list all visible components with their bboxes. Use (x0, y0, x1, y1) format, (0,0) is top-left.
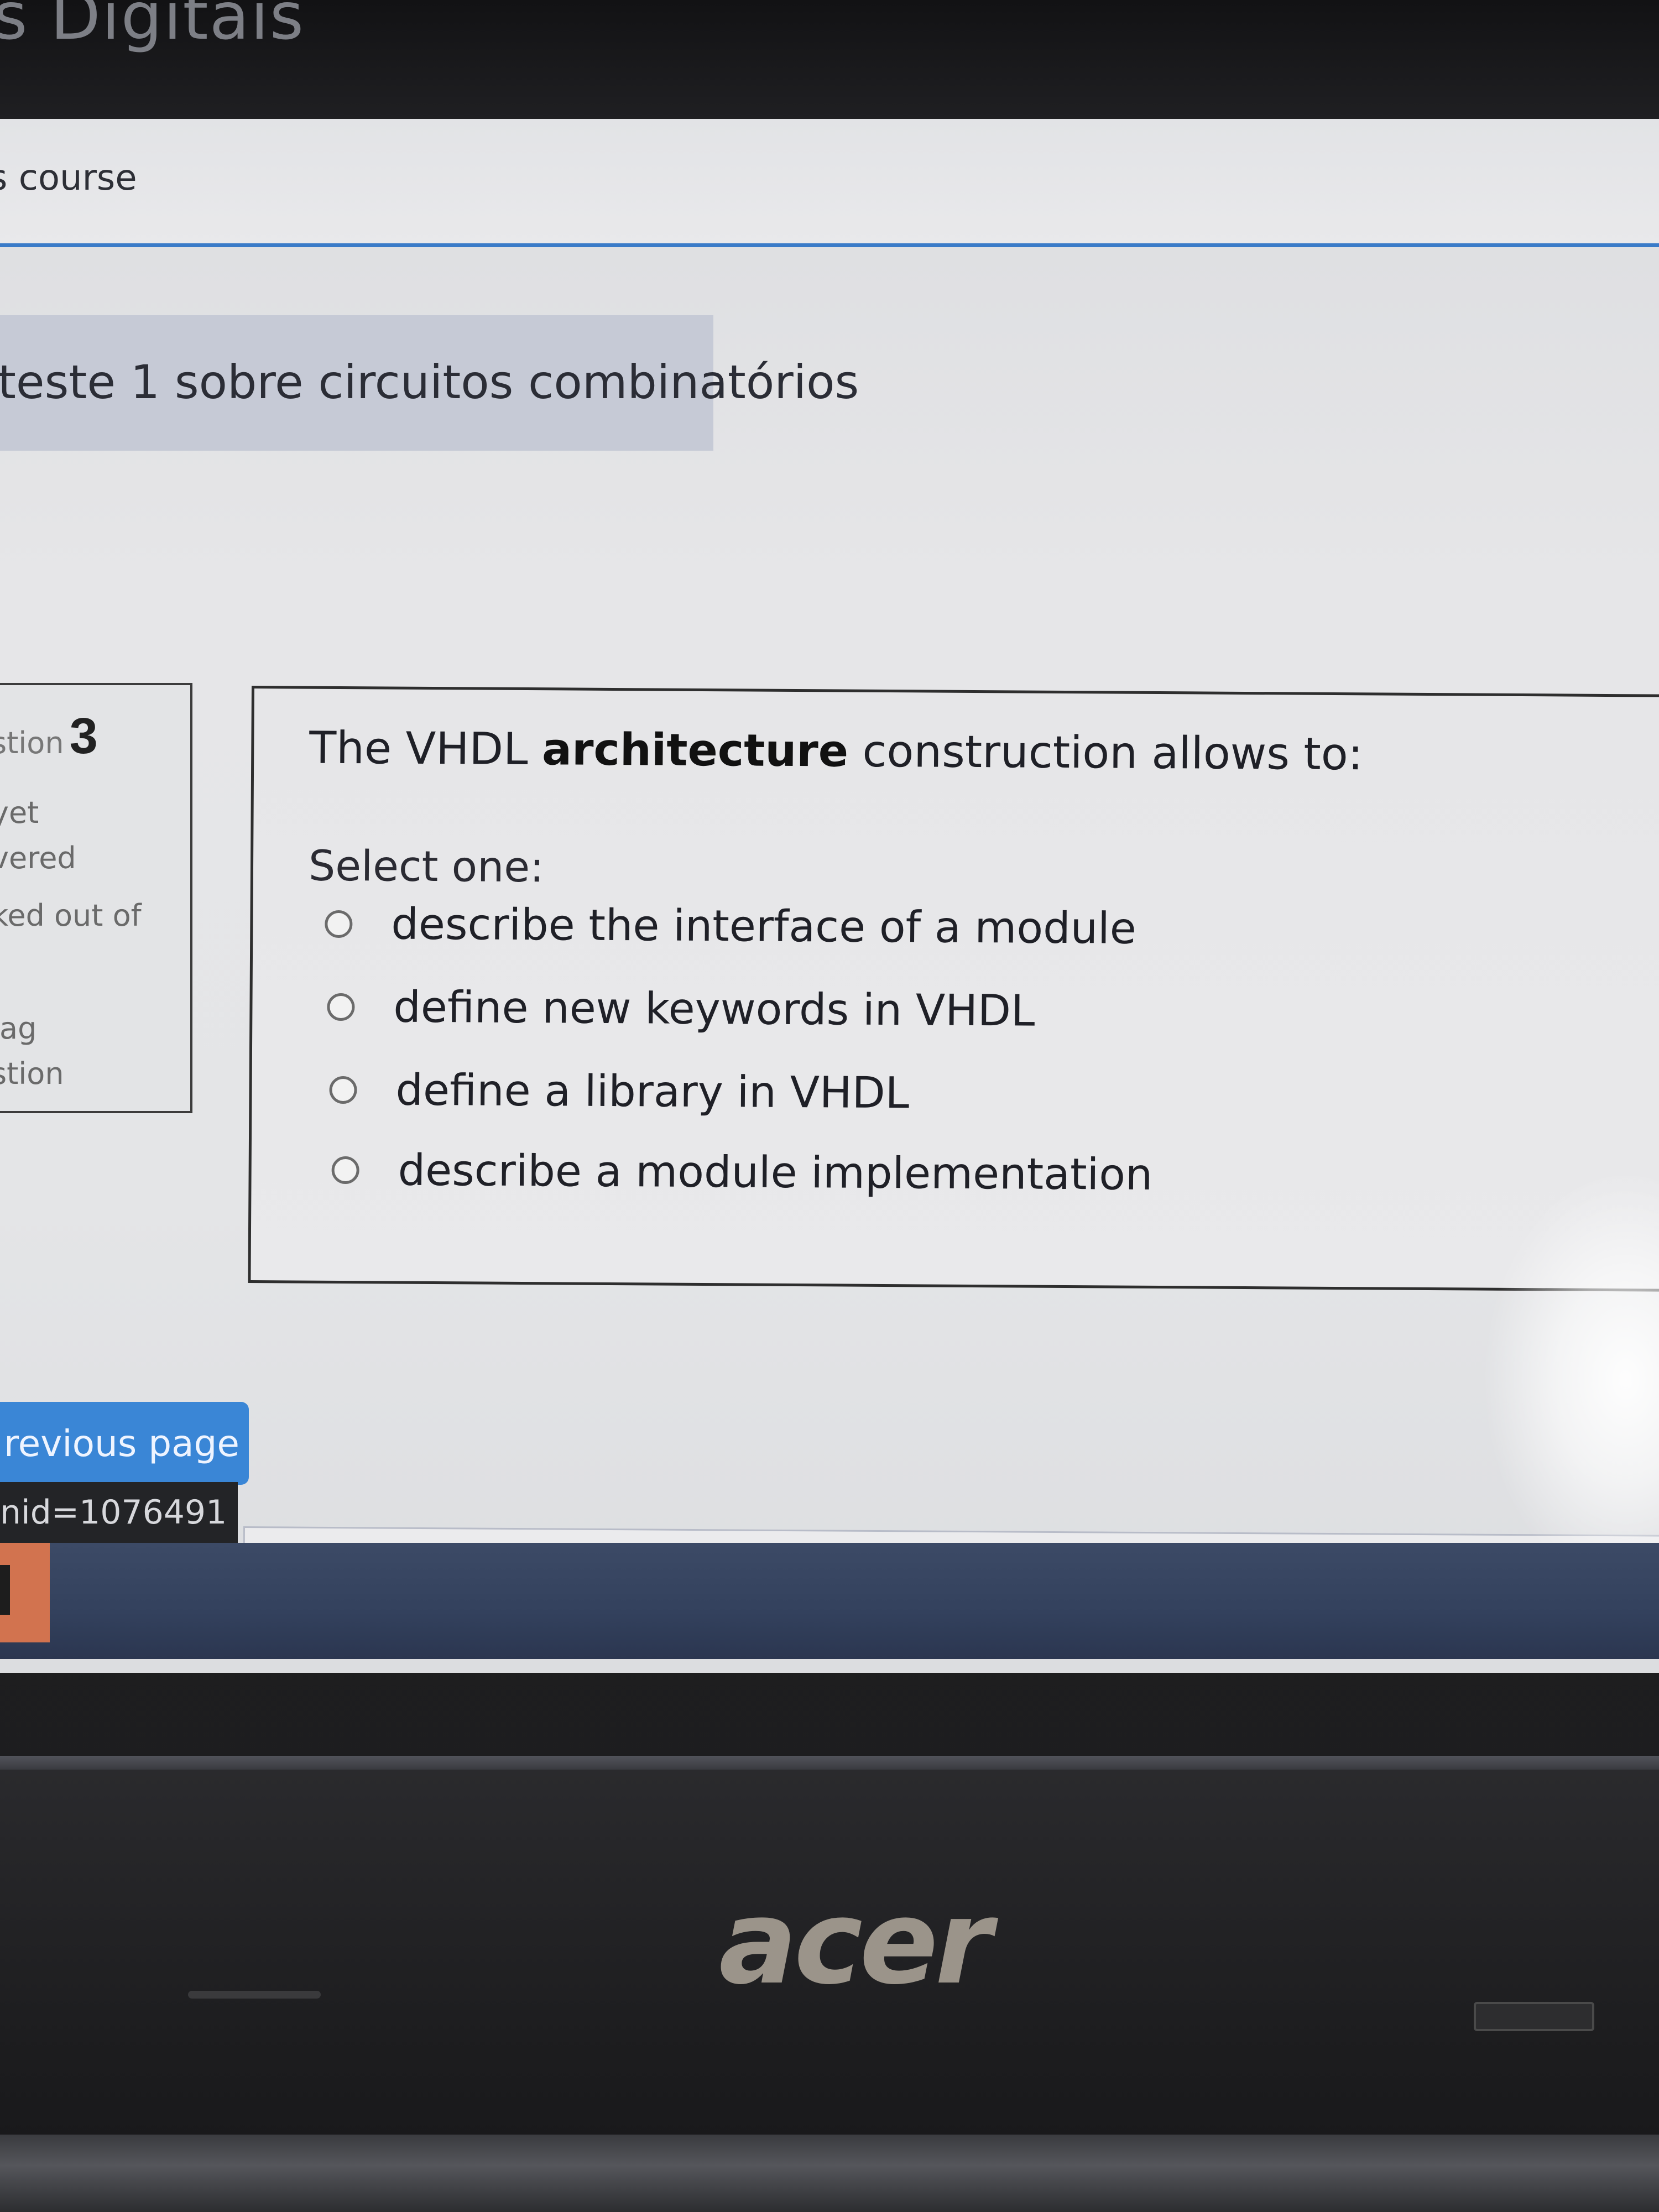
quiz-title: teste 1 sobre circuitos combinatórios (0, 355, 859, 409)
flag-question-line-1[interactable]: lag (0, 1006, 64, 1051)
bezel-bottom-strip (0, 2135, 1659, 2212)
photo-scene: s Digitais s course teste 1 sobre circui… (0, 0, 1659, 2212)
answer-label[interactable]: describe a module implementation (398, 1146, 1152, 1200)
question-text-bold: architecture (541, 723, 849, 777)
select-one-prompt: Select one: (308, 841, 544, 892)
flag-question-line-2[interactable]: stion (0, 1051, 64, 1097)
question-text-before: The VHDL (309, 722, 542, 775)
site-header: s Digitais (0, 0, 1659, 119)
answer-label[interactable]: describe the interface of a module (391, 900, 1136, 954)
question-label: stion (0, 726, 64, 760)
question-state-line-1: yet (0, 795, 39, 830)
question-grade: ked out of (0, 898, 142, 933)
course-link[interactable]: s course (0, 158, 137, 199)
question-content-box: The VHDL architecture construction allow… (248, 686, 1659, 1292)
browser-screen: s course teste 1 sobre circuitos combina… (0, 119, 1659, 1673)
bezel-marker (188, 1991, 321, 1999)
quiz-title-box: teste 1 sobre circuitos combinatórios (0, 315, 859, 451)
course-navbar: s course (0, 119, 1659, 247)
question-number: 3 (69, 708, 98, 764)
footer-tab-glyph (0, 1565, 10, 1615)
radio-button[interactable] (327, 993, 355, 1021)
question-state-line-2: vered (0, 841, 76, 875)
footer-tab-icon[interactable] (0, 1543, 50, 1642)
answer-option-2[interactable]: define new keywords in VHDL (327, 982, 1035, 1036)
page-footer (0, 1543, 1659, 1659)
question-state: yet vered (0, 790, 76, 881)
radio-button[interactable] (325, 910, 353, 938)
flag-question-link[interactable]: lag stion (0, 1006, 64, 1097)
question-info-panel: stion3 yet vered ked out of lag stion (0, 683, 192, 1113)
site-title[interactable]: s Digitais (0, 0, 305, 54)
status-led (1474, 2002, 1594, 2031)
answer-option-3[interactable]: define a library in VHDL (329, 1065, 909, 1118)
answer-option-1[interactable]: describe the interface of a module (325, 899, 1136, 954)
question-text: The VHDL architecture construction allow… (309, 722, 1363, 780)
cmid-label: nid=1076491 (0, 1482, 238, 1543)
brand-logo: acer (719, 1875, 992, 2010)
radio-button[interactable] (331, 1156, 359, 1185)
question-number-row: stion3 (0, 707, 98, 765)
question-text-after: construction allows to: (848, 725, 1363, 780)
previous-page-button[interactable]: revious page (0, 1402, 249, 1485)
answer-label[interactable]: define new keywords in VHDL (393, 983, 1035, 1036)
radio-button[interactable] (329, 1076, 357, 1104)
answer-option-4[interactable]: describe a module implementation (331, 1145, 1153, 1200)
answer-label[interactable]: define a library in VHDL (395, 1066, 909, 1119)
